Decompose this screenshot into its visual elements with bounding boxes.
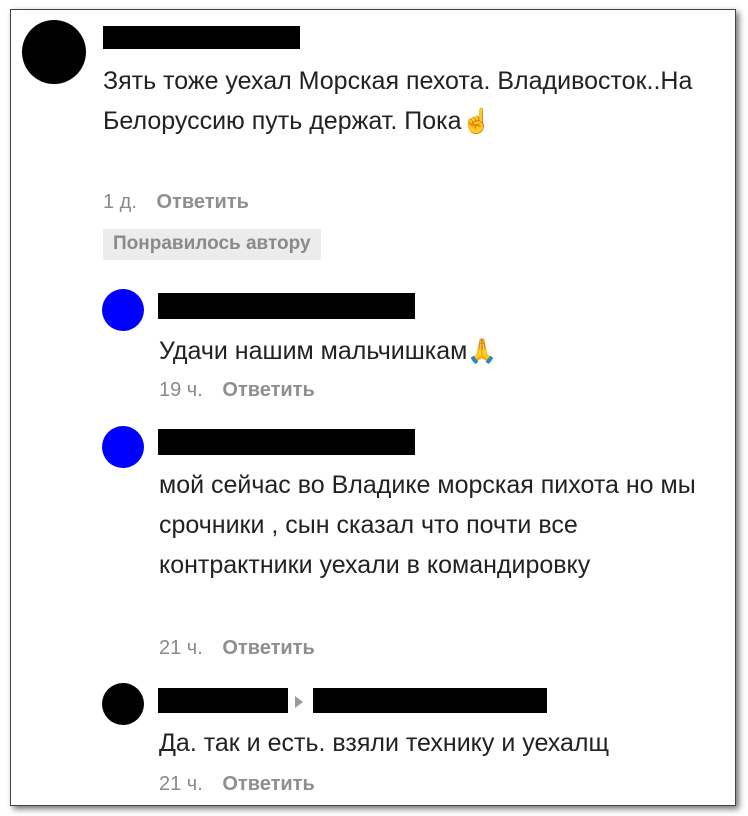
comment-meta: 19 ч. Ответить bbox=[159, 379, 315, 402]
comment-time: 1 д. bbox=[103, 191, 137, 213]
comment-meta: 1 д. Ответить bbox=[103, 191, 249, 214]
comment-time: 21 ч. bbox=[159, 773, 203, 795]
comment-text: Зять тоже уехал Морская пехота. Владивос… bbox=[103, 67, 693, 135]
avatar[interactable] bbox=[102, 683, 144, 725]
comment-meta: 21 ч. Ответить bbox=[159, 773, 315, 796]
caret-right-icon bbox=[295, 696, 303, 708]
reply-button[interactable]: Ответить bbox=[222, 379, 314, 401]
avatar[interactable] bbox=[102, 426, 144, 468]
liked-by-author-badge: Понравилось автору bbox=[103, 229, 321, 260]
reply-button[interactable]: Ответить bbox=[222, 773, 314, 795]
comment-thread: Зять тоже уехал Морская пехота. Владивос… bbox=[10, 9, 736, 806]
comment-text: Да. так и есть. взяли технику и уехалщ bbox=[159, 729, 610, 757]
redacted-replied-to-username[interactable] bbox=[313, 688, 547, 713]
comment-time: 21 ч. bbox=[159, 637, 203, 659]
avatar[interactable] bbox=[22, 20, 86, 84]
avatar[interactable] bbox=[102, 289, 144, 331]
pointing-up-emoji: ☝️ bbox=[461, 108, 492, 135]
redacted-username[interactable] bbox=[158, 293, 415, 319]
comment-meta: 21 ч. Ответить bbox=[159, 637, 315, 660]
folded-hands-emoji: 🙏 bbox=[467, 338, 498, 365]
redacted-username[interactable] bbox=[158, 429, 415, 455]
comment-text: мой сейчас во Владике морская пихота но … bbox=[159, 471, 696, 579]
redacted-username[interactable] bbox=[158, 688, 288, 713]
comment-time: 19 ч. bbox=[159, 379, 203, 401]
comment-text: Удачи нашим мальчишкам🙏 bbox=[159, 337, 498, 365]
reply-button[interactable]: Ответить bbox=[156, 191, 248, 213]
reply-button[interactable]: Ответить bbox=[222, 637, 314, 659]
redacted-username[interactable] bbox=[103, 26, 300, 49]
